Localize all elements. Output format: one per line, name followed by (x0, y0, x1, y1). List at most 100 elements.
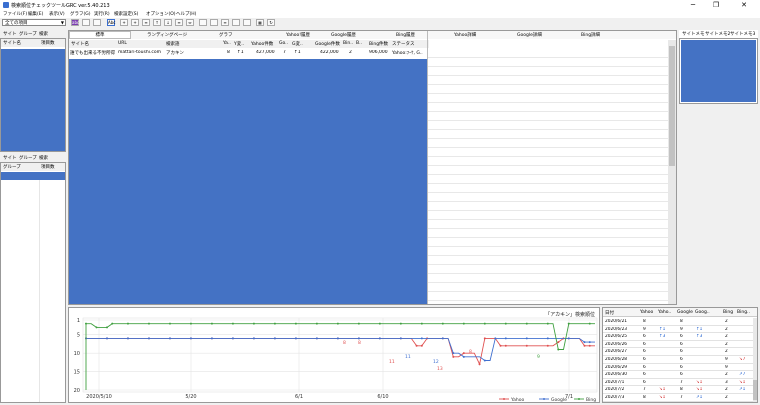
column-yahoo-rank[interactable]: Ya.. (223, 41, 231, 46)
column-date[interactable]: 日付 (605, 310, 614, 316)
toolbar-button-12[interactable] (199, 19, 207, 26)
column-item-count[interactable]: 項目数 (41, 40, 55, 46)
toolbar-button-10[interactable]: ≡ (175, 19, 183, 26)
toolbar-button-1[interactable]: abc (71, 19, 79, 26)
toolbar-button-8[interactable]: ↑ (153, 19, 161, 26)
menu-run[interactable]: 実行(R) (94, 11, 110, 17)
history-row[interactable]: 2020/7/2 7 ↘1 8 ↘1 2 ↗1 (603, 386, 753, 394)
column-keyword[interactable]: 検索語 (166, 41, 180, 47)
history-cell: 2 (725, 326, 728, 332)
tab-site[interactable]: サイト (3, 31, 17, 37)
history-row[interactable]: 2020/7/3 8 ↘1 7 ↗1 2 (603, 394, 753, 402)
column-google[interactable]: Google (677, 310, 693, 315)
column-site-name-main[interactable]: サイト名 (71, 41, 89, 47)
table-row[interactable]: 誰でも出来る不労所得 mattari-toushi.com アカキン 8 ↑1 … (69, 49, 429, 58)
x-tick-label: 6/10 (377, 394, 388, 400)
tab-graph[interactable]: グラフ (219, 32, 233, 38)
tab-yahoo-history[interactable]: Yahoo!履歴 (286, 32, 310, 38)
tab-standard[interactable]: 標準 (69, 31, 131, 39)
main-scrollbar[interactable] (668, 40, 676, 304)
column-bing-rank[interactable]: Bin.. (343, 41, 353, 46)
column-status[interactable]: ステータス (392, 41, 415, 47)
column-group[interactable]: グループ (3, 164, 21, 170)
column-yahoo-change-h[interactable]: Yaho.. (658, 310, 671, 315)
filter-combo[interactable]: 全ての項目 ▼ (2, 19, 66, 26)
scrollbar-thumb[interactable] (669, 46, 675, 166)
tab-yahoo-detail[interactable]: Yahoo詳細 (454, 32, 476, 38)
column-url[interactable]: URL (118, 41, 127, 46)
restore-button[interactable]: ❐ (705, 0, 727, 10)
toolbar-button-15[interactable] (232, 19, 240, 26)
toolbar-button-7[interactable]: ≡ (142, 19, 150, 26)
history-row[interactable]: 2020/6/30 6 6 2 ↗7 (603, 371, 753, 379)
group-row-selected[interactable] (1, 172, 65, 180)
column-yahoo-count[interactable]: Yahoo件数 (251, 41, 273, 47)
menu-edit[interactable]: 編集(E) (28, 11, 43, 17)
site-list-selection[interactable] (1, 49, 65, 151)
column-yahoo[interactable]: Yahoo (640, 310, 653, 315)
toolbar-button-9[interactable]: ↓ (164, 19, 172, 26)
column-yahoo-change[interactable]: Y変.. (234, 41, 244, 47)
history-row[interactable]: 2020/7/1 6 7 ↘1 3 ↘1 (603, 379, 753, 387)
column-item-count-2[interactable]: 項目数 (41, 164, 55, 170)
toolbar-button-17[interactable]: ▦ (256, 19, 264, 26)
history-cell: ↑1 (659, 326, 666, 332)
column-google-change-h[interactable]: Goog.. (695, 310, 710, 315)
history-cell: 9 (680, 326, 683, 332)
table-selection-area[interactable] (69, 59, 429, 304)
column-bing-count[interactable]: Bing件数 (369, 41, 388, 47)
column-google-rank[interactable]: Go.. (279, 41, 288, 46)
history-row[interactable]: 2020/6/29 6 6 9 (603, 364, 753, 372)
history-row[interactable]: 2020/6/28 6 6 9 ↘7 (603, 356, 753, 364)
history-row[interactable]: 2020/6/25 6 ↑3 6 ↑3 2 (603, 333, 753, 341)
tab-site-2[interactable]: サイト (3, 155, 17, 161)
toolbar-button-13[interactable] (210, 19, 218, 26)
column-bing-change-h[interactable]: Bing.. (737, 310, 750, 315)
history-scrollbar[interactable] (753, 318, 757, 402)
toolbar-button-2[interactable] (82, 19, 90, 26)
column-bing-change[interactable]: B.. (356, 41, 362, 46)
history-cell: 6 (643, 357, 646, 362)
toolbar-button-4[interactable]: Abc (107, 19, 115, 26)
tab-landing-page[interactable]: ランディングページ (147, 32, 187, 38)
minimize-button[interactable]: ─ (682, 0, 704, 10)
toolbar-button-6[interactable]: + (131, 19, 139, 26)
tab-google-detail[interactable]: Google詳細 (517, 32, 542, 38)
memo-panel[interactable] (679, 38, 758, 104)
menu-file[interactable]: ファイル(F) (3, 11, 27, 17)
history-scrollbar-thumb[interactable] (753, 380, 757, 400)
menu-options[interactable]: オプション(O) (146, 11, 176, 17)
memo-content[interactable] (681, 40, 756, 102)
tab-group[interactable]: グループ (19, 31, 37, 37)
menu-graph[interactable]: グラフ(G) (70, 11, 91, 17)
toolbar-button-11[interactable]: ⇔ (186, 19, 194, 26)
toolbar-button-5[interactable]: + (120, 19, 128, 26)
history-row[interactable]: 2020/6/26 6 6 2 (603, 341, 753, 349)
tab-search[interactable]: 検索 (39, 31, 48, 37)
tab-group-2[interactable]: グループ (19, 155, 37, 161)
tab-bing-history[interactable]: Bing履歴 (396, 32, 415, 38)
column-google-change[interactable]: G変.. (292, 41, 303, 47)
column-google-count[interactable]: Google件数 (315, 41, 340, 47)
history-row[interactable]: 2020/6/23 9 ↑1 9 ↑1 2 (603, 326, 753, 334)
tab-search-2[interactable]: 検索 (39, 155, 48, 161)
column-site-name[interactable]: サイト名 (3, 40, 21, 46)
memo-tabs: サイトメモ サイトメモ2 サイトメモ3 (679, 30, 758, 38)
toolbar-button-3[interactable] (93, 19, 101, 26)
toolbar-button-14[interactable]: ≡ (221, 19, 229, 26)
menu-search-settings[interactable]: 検索設定(S) (114, 11, 138, 17)
close-button[interactable]: ✕ (733, 0, 755, 10)
history-row[interactable]: 2020/6/21 8 8 2 (603, 318, 753, 326)
tab-site-memo-2[interactable]: サイトメモ2 (705, 31, 730, 37)
tab-site-memo-3[interactable]: サイトメモ3 (730, 31, 755, 37)
tab-google-history[interactable]: Google履歴 (331, 32, 356, 38)
menu-view[interactable]: 表示(V) (49, 11, 65, 17)
menu-help[interactable]: ヘルプ(H) (176, 11, 196, 17)
history-row[interactable]: 2020/6/27 6 6 2 (603, 348, 753, 356)
column-bing[interactable]: Bing (723, 310, 733, 315)
toolbar-button-18[interactable]: ↻ (267, 19, 275, 26)
tab-site-memo[interactable]: サイトメモ (682, 31, 705, 37)
toolbar-button-16[interactable] (243, 19, 251, 26)
group-list-header: グループ 項目数 (1, 163, 65, 171)
tab-bing-detail[interactable]: Bing詳細 (581, 32, 600, 38)
